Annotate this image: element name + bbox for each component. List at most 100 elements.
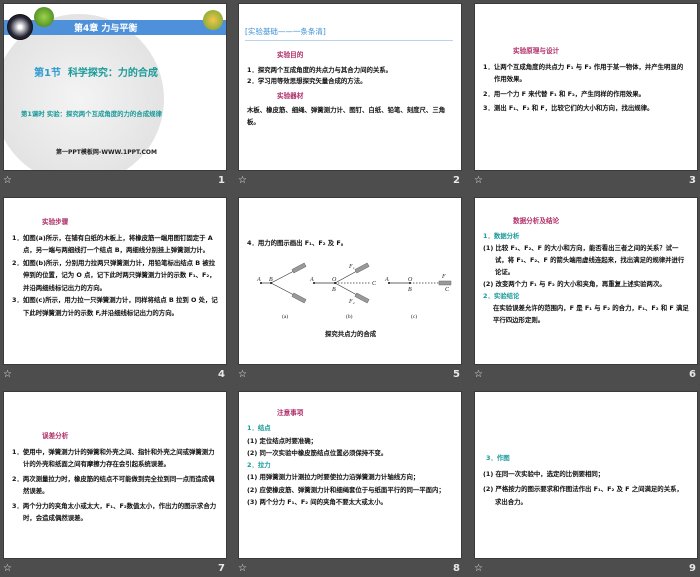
list-item: 3．测出 F₁、F₂ 和 F，比较它们的大小和方向，找出规律。 — [483, 104, 654, 112]
list-item: 3．两个分力的夹角太小或太大，F₁、F₂数值太小，作出力的图示求合力时，会造成偶… — [12, 501, 217, 523]
slide-number: 4 — [218, 369, 225, 380]
star-icon[interactable]: ☆ — [238, 369, 247, 380]
slide-thumbnail-6[interactable]: 数据分析及结论 1．数据分析 (1) 比较 F₁、F₂、F 的大小和方向，能否看… — [474, 197, 698, 365]
figure-title: 探究共点力的合成 — [325, 329, 377, 338]
star-icon[interactable]: ☆ — [474, 369, 483, 380]
slide-footer-7: ☆ 7 — [3, 563, 227, 577]
section-number: 第1节 — [34, 68, 61, 79]
slide-footer-8: ☆ 8 — [238, 563, 462, 577]
slide-number: 9 — [689, 563, 696, 574]
slide-number: 2 — [453, 175, 460, 186]
spring-scale — [438, 280, 452, 286]
list-item: (2) 同一次实验中橡皮筋结点位置必须保持不变。 — [247, 448, 388, 457]
slide-footer-6: ☆ 6 — [474, 369, 698, 383]
slide-number: 8 — [453, 563, 460, 574]
string-b2 — [334, 282, 358, 296]
flower-image — [203, 10, 223, 30]
list-item: 3．如图(c)所示，用力拉一只弹簧测力计，同样将结点 B 拉到 O 处，记下此时… — [12, 296, 218, 317]
list-item: 1．如图(a)所示，在铺有白纸的木板上，将橡皮筋一端用图钉固定于 A 点，另一端… — [12, 233, 213, 255]
leaf-image — [34, 7, 54, 27]
star-icon[interactable]: ☆ — [474, 175, 483, 186]
section-heading: 1．结点 — [247, 424, 271, 433]
slide-thumbnail-1[interactable]: 第4章 力与平衡 第1节 科学探究：力的合成 第1课时 实验：探究两个互成角度的… — [3, 3, 227, 171]
chapter-title: 第4章 力与平衡 — [74, 24, 138, 34]
section-heading: 2．实验结论 — [483, 292, 520, 300]
string-a1 — [270, 270, 295, 284]
list-item: (2) 严格按力的图示要求和作图法作出 F₁、F₂ 及 F 之间满足的关系，求出… — [483, 485, 683, 506]
heading: 实验器材 — [277, 91, 304, 100]
string-b1 — [334, 270, 358, 284]
label-O: O — [408, 277, 413, 283]
list-item: 1．使用中，弹簧测力计的弹簧和外壳之间、指针和外壳之间或弹簧测力计的外壳和纸面之… — [12, 447, 215, 469]
site-label: 第一PPT模板网-WWW.1PPT.COM — [56, 149, 157, 156]
slide-footer-3: ☆ 3 — [474, 175, 698, 189]
slide-thumbnail-2[interactable]: [实验基础——一条条清] 实验目的 1．探究两个互成角度的共点力与其合力间的关系… — [238, 3, 462, 171]
caption-b: (b) — [346, 313, 353, 320]
list-item: 2．用一个力 F 来代替 F₁ 和 F₂，产生同样的作用效果。 — [483, 89, 646, 98]
label-A: A — [309, 277, 314, 283]
slide-thumbnail-8[interactable]: 注意事项 1．结点 (1) 定位结点时要准确； (2) 同一次实验中橡皮筋结点位… — [238, 391, 462, 559]
label-B: B — [269, 277, 273, 283]
list-item: (3) 两个分力 F₁、F₂ 间的夹角不要太大或太小。 — [247, 498, 387, 507]
star-icon[interactable]: ☆ — [238, 563, 247, 574]
slide-thumbnail-4[interactable]: 实验步骤 1．如图(a)所示，在铺有白纸的木板上，将橡皮筋一端用图钉固定于 A … — [3, 197, 227, 365]
heading: 实验步骤 — [42, 218, 69, 226]
list-item: 2．如图(b)所示，分别用力拉两只弹簧测力计，用铅笔标出结点 B 被拉伸到的位置… — [12, 258, 216, 292]
spring-scale — [354, 262, 370, 274]
slide-thumbnail-9[interactable]: 3．作图 (1) 在同一次实验中，选定的比例要相同； (2) 严格按力的图示要求… — [474, 391, 698, 559]
conclusion-text: 在实验误差允许的范围内，F 是 F₁ 与 F₂ 的合力，F₁、F₂ 和 F 满足… — [493, 304, 689, 324]
section-name: 科学探究：力的合成 — [67, 68, 158, 79]
heading: 实验原理与设计 — [513, 47, 560, 55]
slide-footer-9: ☆ 9 — [474, 563, 698, 577]
string-a2 — [270, 282, 295, 296]
star-icon[interactable]: ☆ — [238, 175, 247, 186]
spring-scale — [354, 292, 370, 304]
label-A: A — [256, 277, 261, 283]
heading: 实验目的 — [277, 51, 304, 59]
slide-footer-2: ☆ 2 — [238, 175, 462, 189]
label-F2: F₂ — [348, 299, 355, 305]
section-heading: 2．拉力 — [247, 461, 271, 470]
label-A: A — [384, 277, 389, 283]
spring-scale — [291, 262, 307, 274]
slide-number: 3 — [689, 175, 696, 186]
heading: 数据分析及结论 — [513, 217, 560, 225]
list-item: (2) 应使橡皮筋、弹簧测力计和细绳套位于与纸面平行的同一平面内； — [247, 485, 445, 494]
label-B: B — [332, 287, 336, 293]
slide-footer-1: ☆ 1 — [3, 175, 227, 189]
slide-footer-5: ☆ 5 — [238, 369, 462, 383]
lesson-title: 第1课时 实验：探究两个互成角度的力的合成规律 — [21, 110, 162, 118]
star-icon[interactable]: ☆ — [474, 563, 483, 574]
list-item: 1．探究两个互成角度的共点力与其合力间的关系。 — [247, 65, 393, 74]
slide-number: 7 — [218, 563, 225, 574]
heading: 误差分析 — [42, 432, 69, 440]
force-diagram: A B A O B C F₁ F₂ A O B F C (a) (b) (c) … — [256, 262, 452, 338]
slide-number: 5 — [453, 369, 460, 380]
label-O: O — [332, 277, 337, 283]
header-divider — [245, 40, 453, 41]
slide-thumbnail-3[interactable]: 实验原理与设计 1．让两个互成角度的共点力 F₁ 与 F₂ 作用于某一物体，并产… — [474, 3, 698, 171]
caption-c: (c) — [411, 313, 417, 320]
heading: 注意事项 — [277, 409, 304, 417]
list-item: 1．让两个互成角度的共点力 F₁ 与 F₂ 作用于某一物体，并产生明显的作用效果… — [483, 62, 684, 84]
list-item: (1) 比较 F₁、F₂、F 的大小和方向，能否看出三者之间的关系？试一试，将 … — [483, 244, 685, 276]
spring-scale — [291, 292, 307, 304]
section-heading: 3．作图 — [486, 454, 510, 462]
slide-footer-4: ☆ 4 — [3, 369, 227, 383]
list-item: (1) 定位结点时要准确； — [247, 436, 318, 445]
label-C: C — [445, 287, 450, 293]
label-F: F — [441, 274, 446, 280]
section-heading: 1．数据分析 — [483, 232, 520, 240]
star-icon[interactable]: ☆ — [3, 369, 12, 380]
list-item: (2) 改变两个力 F₁ 与 F₂ 的大小和夹角，再重复上述实验两次。 — [483, 280, 666, 288]
list-item: (1) 在同一次实验中，选定的比例要相同； — [483, 469, 605, 478]
dandelion-image — [7, 14, 33, 40]
label-B: B — [408, 287, 412, 293]
slide-header: [实验基础——一条条清] — [245, 27, 326, 36]
list-item: 2．两次测量拉力时，橡皮筋的结点不可能做到完全拉到同一点而造成偶然误差。 — [12, 474, 215, 496]
star-icon[interactable]: ☆ — [3, 175, 12, 186]
slide-number: 6 — [689, 369, 696, 380]
slide-thumbnail-7[interactable]: 误差分析 1．使用中，弹簧测力计的弹簧和外壳之间、指针和外壳之间或弹簧测力计的外… — [3, 391, 227, 559]
slide-thumbnail-5[interactable]: 4．用力的图示画出 F₁、F₂ 及 F。 A B A O B C F₁ F₂ A… — [238, 197, 462, 365]
star-icon[interactable]: ☆ — [3, 563, 12, 574]
